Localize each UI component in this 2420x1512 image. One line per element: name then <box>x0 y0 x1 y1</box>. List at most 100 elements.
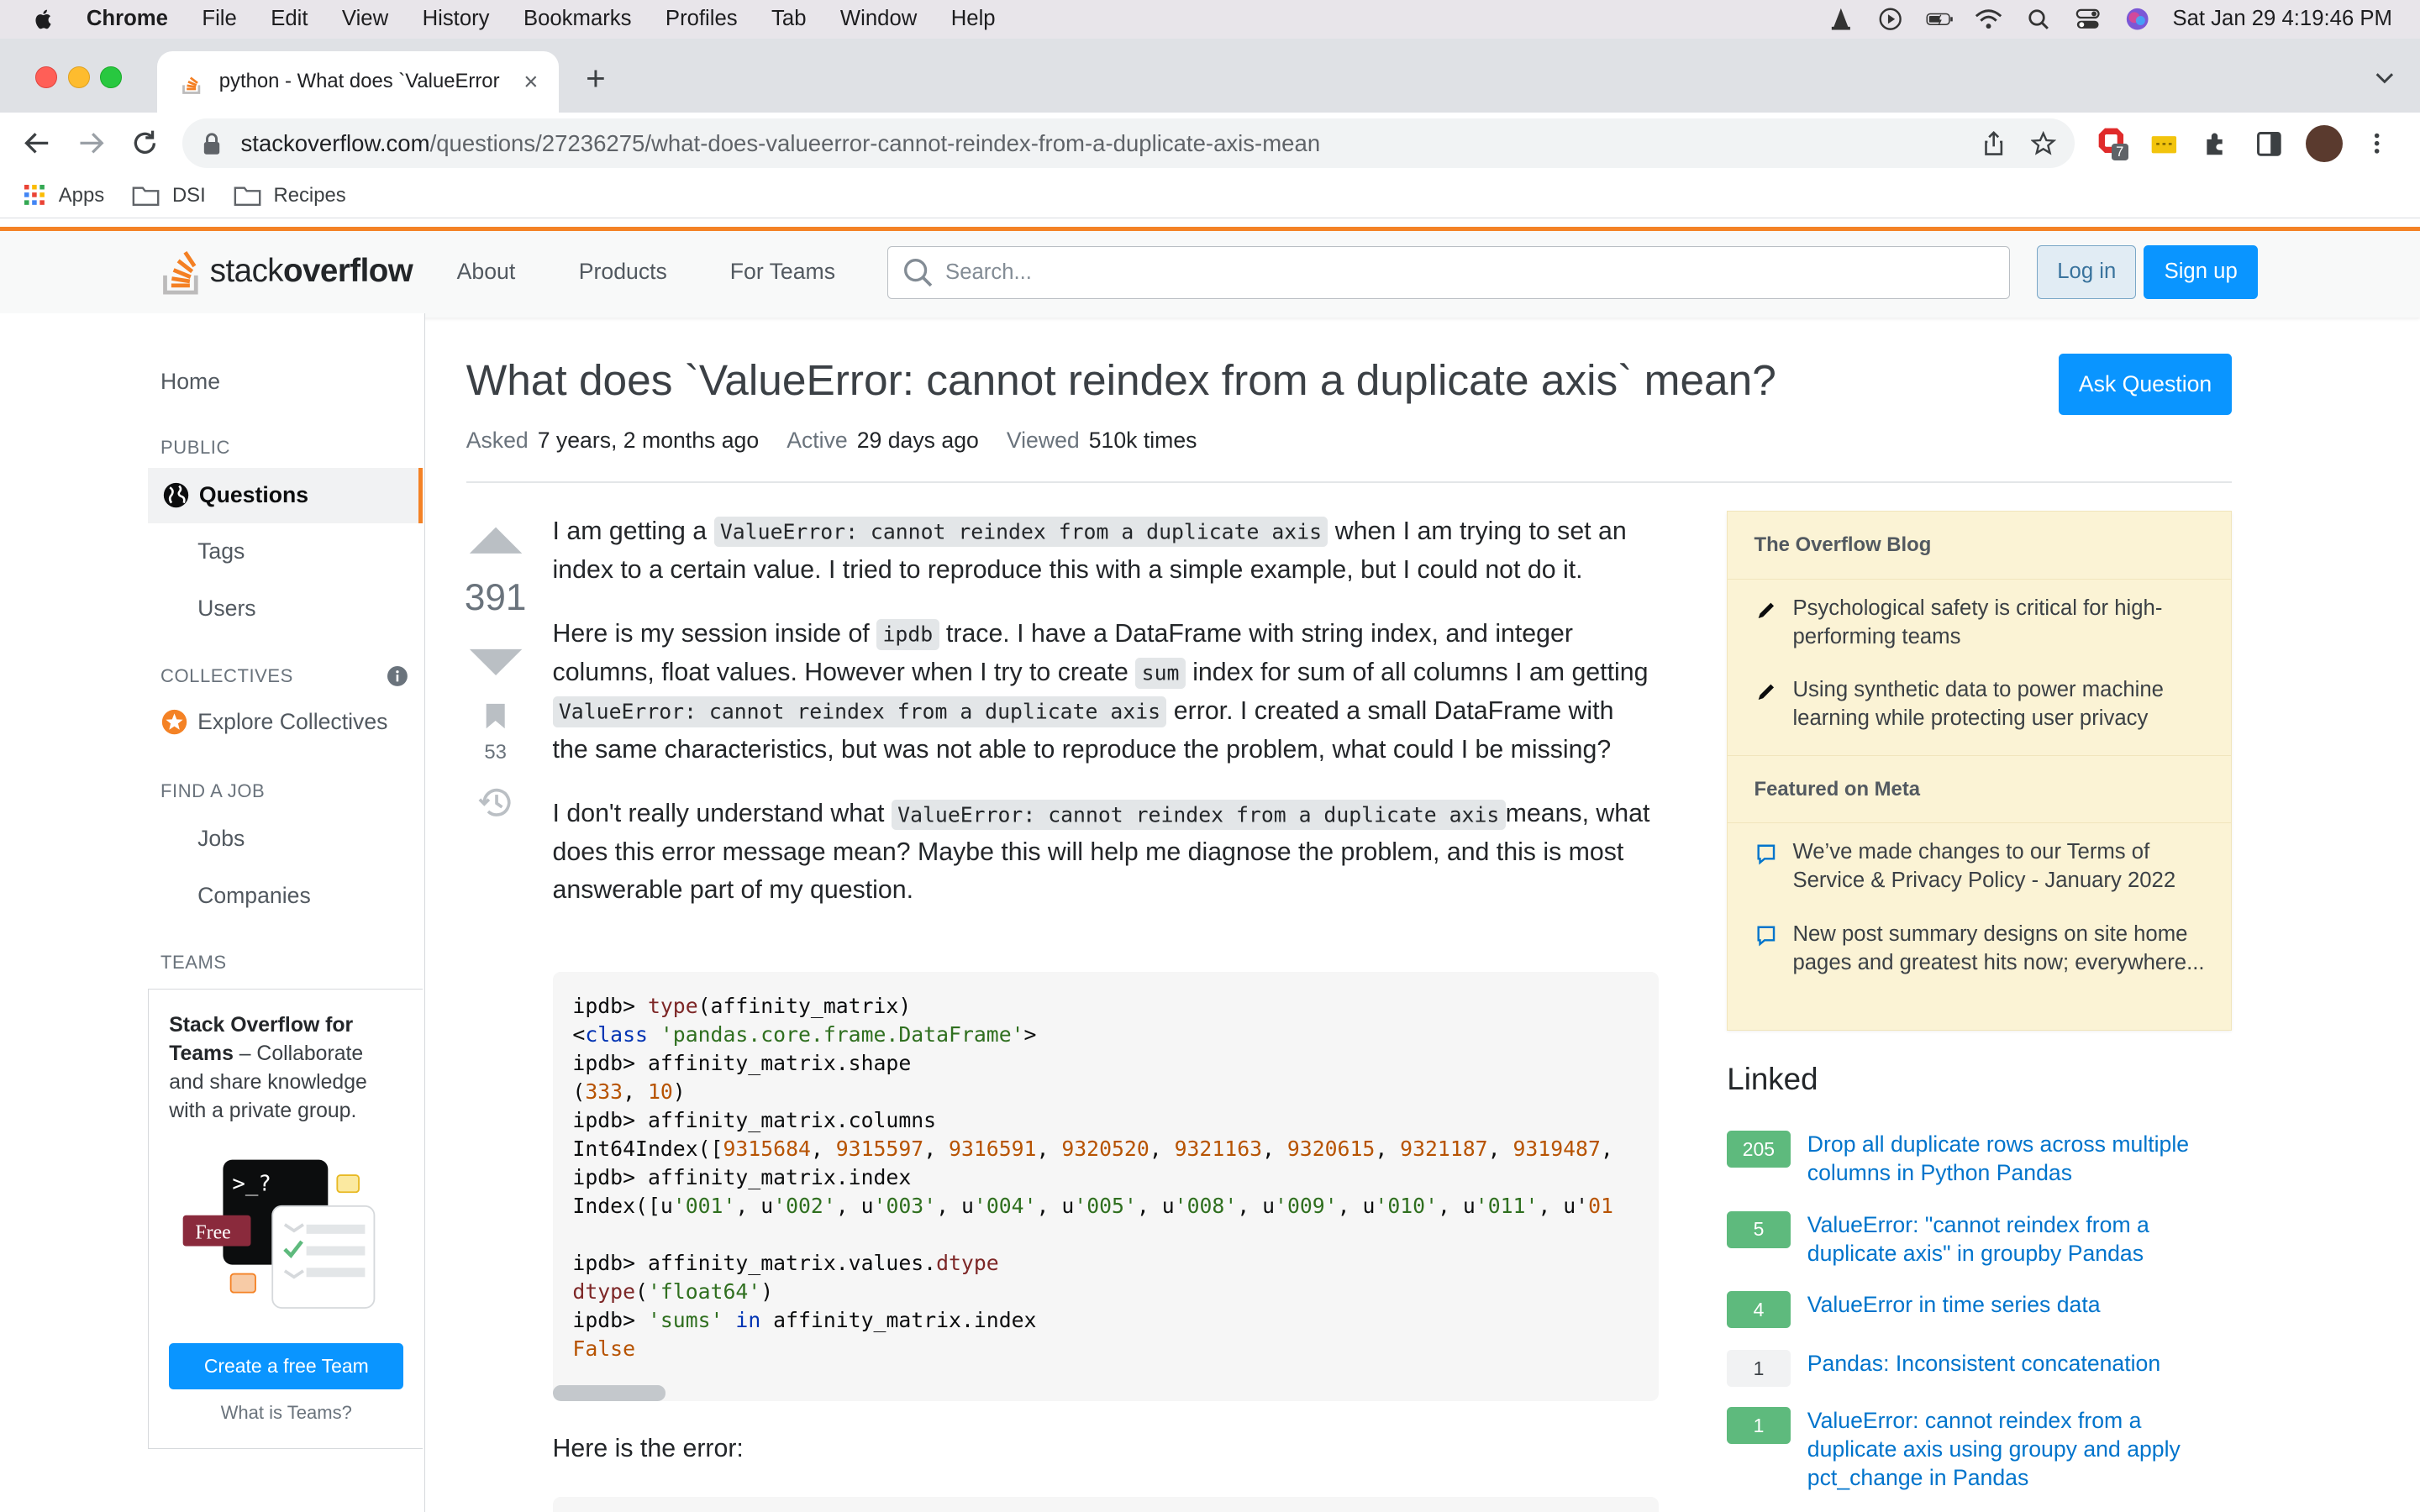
tab-search-chevron-icon[interactable] <box>2374 66 2396 88</box>
nav-about[interactable]: About <box>457 259 516 285</box>
what-is-teams-link[interactable]: What is Teams? <box>149 1402 424 1424</box>
blog-item[interactable]: Using synthetic data to power machine le… <box>1728 661 2231 755</box>
linked-score-badge[interactable]: 205 <box>1727 1131 1791 1168</box>
history-icon[interactable] <box>478 787 512 818</box>
question-title[interactable]: What does `ValueError: cannot reindex fr… <box>466 354 1776 405</box>
back-arrow-icon[interactable] <box>22 128 53 159</box>
linked-question-link[interactable]: ValueError: "cannot reindex from a dupli… <box>1807 1211 2217 1268</box>
code-horizontal-scrollbar[interactable] <box>552 1385 666 1401</box>
address-bar[interactable]: stackoverflow.com/questions/27236275/wha… <box>182 118 2075 169</box>
linked-question-link[interactable]: Pandas: Inconsistent concatenation <box>1807 1350 2217 1378</box>
menu-file[interactable]: File <box>202 7 236 31</box>
more-vertical-icon[interactable] <box>2365 131 2389 155</box>
bookmark-recipes[interactable]: Recipes <box>234 184 346 207</box>
meta-item-link[interactable]: We’ve made changes to our Terms of Servi… <box>1792 840 2175 892</box>
vlc-icon[interactable] <box>1827 7 1854 31</box>
menu-help[interactable]: Help <box>951 7 996 31</box>
linked-question-link[interactable]: ValueError: cannot reindex from a duplic… <box>1807 1407 2217 1493</box>
adblock-extension-icon[interactable]: 7 <box>2096 125 2128 163</box>
menu-bookmarks[interactable]: Bookmarks <box>523 7 632 31</box>
ask-question-button[interactable]: Ask Question <box>2059 353 2232 416</box>
terminal-prompt-text: >_? <box>232 1171 271 1196</box>
folder-icon <box>132 186 160 207</box>
menu-window[interactable]: Window <box>840 7 917 31</box>
sidebar-item-companies[interactable]: Companies <box>197 883 311 909</box>
meta-asked-value[interactable]: 7 years, 2 months ago <box>538 428 759 453</box>
code-block[interactable]: ipdb> type(affinity_matrix) <class 'pand… <box>552 972 1660 1401</box>
linked-score-badge[interactable]: 1 <box>1727 1350 1791 1388</box>
forward-arrow-icon[interactable] <box>76 128 107 159</box>
sidebar-item-jobs[interactable]: Jobs <box>197 826 245 852</box>
battery-icon[interactable] <box>1926 7 1954 31</box>
sidebar-item-users[interactable]: Users <box>197 596 256 622</box>
nav-for-teams[interactable]: For Teams <box>730 259 835 285</box>
upvote-arrow-icon[interactable] <box>468 524 523 555</box>
linked-score-badge[interactable]: 5 <box>1727 1210 1791 1248</box>
linked-question-link[interactable]: Drop all duplicate rows across multiple … <box>1807 1131 2217 1188</box>
sidebar-item-tags[interactable]: Tags <box>197 538 245 564</box>
meta-active-value[interactable]: 29 days ago <box>857 428 979 453</box>
window-close-button[interactable] <box>35 66 58 88</box>
new-tab-button[interactable]: + <box>581 61 612 95</box>
blog-item-link[interactable]: Using synthetic data to power machine le… <box>1792 678 2163 730</box>
search-input[interactable]: Search... <box>887 246 2010 299</box>
menu-profiles[interactable]: Profiles <box>666 7 738 31</box>
bookmark-dsi[interactable]: DSI <box>132 184 206 207</box>
inline-code: ValueError: cannot reindex from a duplic… <box>891 799 1506 830</box>
menu-tab[interactable]: Tab <box>771 7 806 31</box>
linked-item: 4 ValueError in time series data <box>1727 1291 2217 1329</box>
reload-icon[interactable] <box>129 128 160 159</box>
share-icon[interactable] <box>1981 131 2006 155</box>
window-minimize-button[interactable] <box>67 66 90 88</box>
create-free-team-button[interactable]: Create a free Team <box>169 1342 404 1390</box>
body-paragraph-4: Here is the error: <box>552 1435 744 1463</box>
siri-icon[interactable] <box>2123 7 2151 31</box>
meta-item[interactable]: New post summary designs on site home pa… <box>1728 905 2231 986</box>
bookmark-apps[interactable]: Apps <box>24 184 104 207</box>
linked-score-badge[interactable]: 4 <box>1727 1291 1791 1329</box>
downvote-arrow-icon[interactable] <box>468 648 523 679</box>
linked-score-badge[interactable]: 1 <box>1727 1407 1791 1445</box>
bookmark-icon[interactable] <box>483 702 508 730</box>
bookmark-star-icon[interactable] <box>2031 131 2056 155</box>
apple-icon[interactable] <box>31 7 55 31</box>
puzzle-extensions-icon[interactable] <box>2201 129 2232 160</box>
meta-item-link[interactable]: New post summary designs on site home pa… <box>1792 922 2204 974</box>
window-zoom-button[interactable] <box>100 66 123 88</box>
note-extension-icon[interactable] <box>2149 129 2180 160</box>
linked-title: Linked <box>1727 1061 1818 1096</box>
tab-title: python - What does `ValueError <box>218 70 500 93</box>
meta-item[interactable]: We’ve made changes to our Terms of Servi… <box>1728 823 2231 905</box>
menubar-clock[interactable]: Sat Jan 29 4:19:46 PM <box>2172 7 2392 31</box>
tab-close-icon[interactable]: × <box>518 69 543 94</box>
code-block-2[interactable] <box>552 1496 1660 1512</box>
browser-toolbar: stackoverflow.com/questions/27236275/wha… <box>0 113 2420 175</box>
signup-button[interactable]: Sign up <box>2144 244 2259 299</box>
lock-icon[interactable] <box>203 133 221 155</box>
sidebar-item-explore-collectives[interactable]: Explore Collectives <box>160 708 387 736</box>
sidebar-item-home[interactable]: Home <box>160 369 220 395</box>
search-icon <box>903 259 932 287</box>
linked-question-link[interactable]: ValueError in time series data <box>1807 1291 2217 1320</box>
stackoverflow-logo[interactable]: stackoverflow <box>160 246 413 296</box>
profile-avatar[interactable] <box>2306 125 2344 163</box>
blog-item[interactable]: Psychological safety is critical for hig… <box>1728 580 2231 661</box>
nav-products[interactable]: Products <box>579 259 667 285</box>
play-circle-icon[interactable] <box>1876 7 1904 31</box>
so-topbar: stackoverflow About Products For Teams S… <box>0 227 2420 318</box>
browser-tab-active[interactable]: python - What does `ValueError × <box>157 50 559 113</box>
menu-app-name[interactable]: Chrome <box>87 7 168 31</box>
control-center-icon[interactable] <box>2074 7 2102 31</box>
info-icon[interactable] <box>387 666 408 687</box>
side-panel-icon[interactable] <box>2254 129 2285 160</box>
sidebar-item-questions[interactable]: Questions <box>148 467 424 523</box>
spotlight-search-icon[interactable] <box>2024 7 2052 31</box>
menu-view[interactable]: View <box>342 7 388 31</box>
code-line: ipdb> affinity_matrix.columns <box>572 1107 937 1132</box>
blog-item-link[interactable]: Psychological safety is critical for hig… <box>1792 596 2162 648</box>
wifi-icon[interactable] <box>1975 7 2002 31</box>
menu-edit[interactable]: Edit <box>271 7 308 31</box>
macos-menubar: Chrome File Edit View History Bookmarks … <box>0 0 2420 39</box>
login-button[interactable]: Log in <box>2037 244 2137 299</box>
menu-history[interactable]: History <box>423 7 490 31</box>
